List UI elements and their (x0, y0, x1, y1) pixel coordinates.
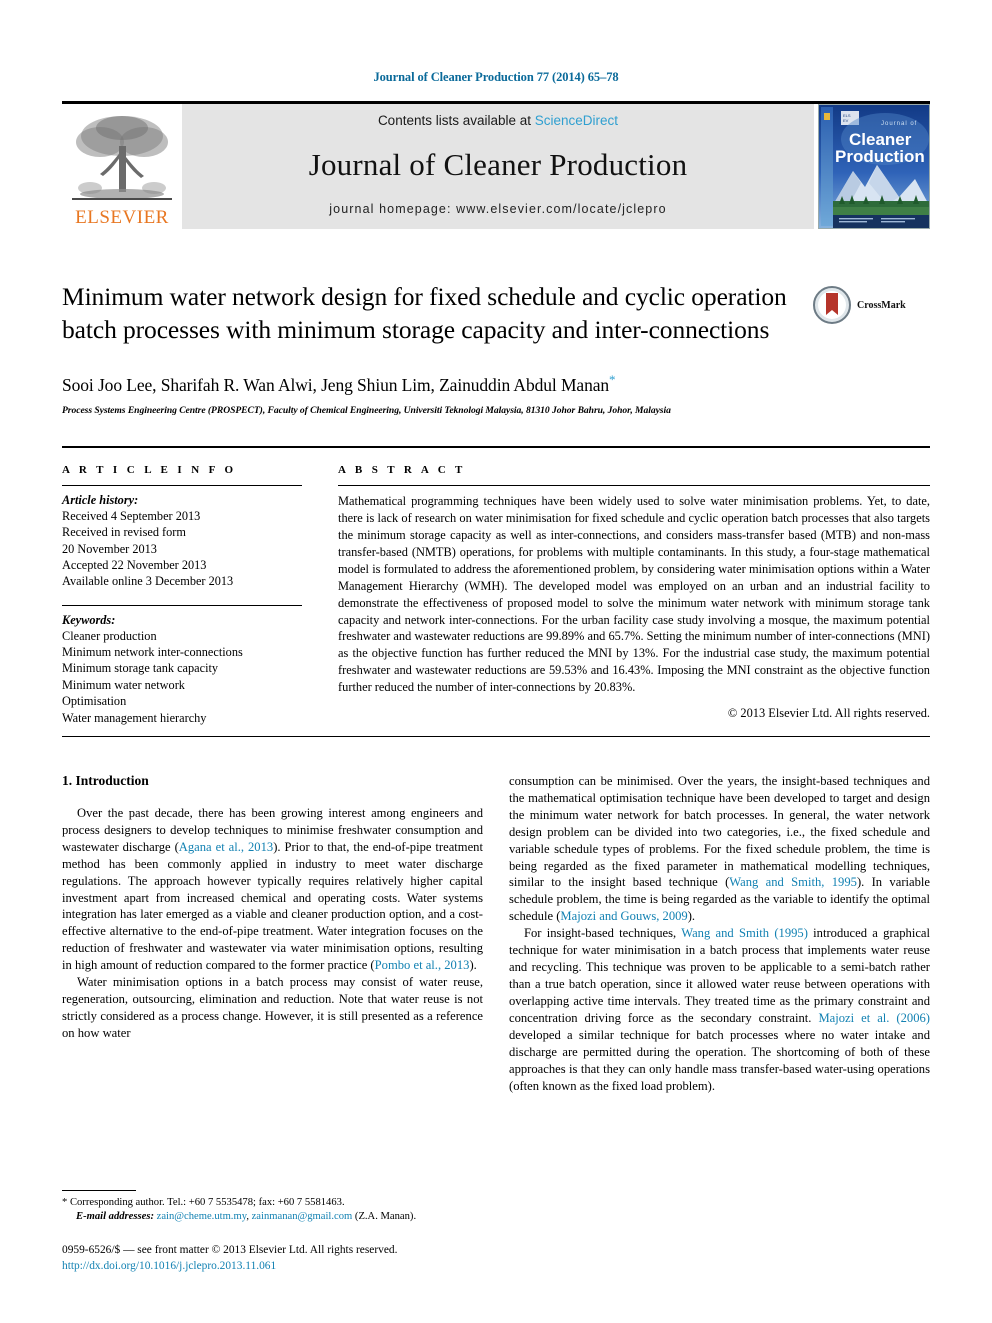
affiliation: Process Systems Engineering Centre (PROS… (62, 405, 671, 417)
paragraph: For insight-based techniques, Wang and S… (509, 925, 930, 1094)
citation-link[interactable]: Wang and Smith (1995) (681, 926, 808, 940)
article-info-rule (62, 485, 302, 487)
email-note: E-mail addresses: zain@cheme.utm.my, zai… (62, 1210, 470, 1225)
journal-cover-thumbnail: ELS EV Journal of Cleaner Production (818, 104, 930, 229)
text-run: ). Prior to that, the end-of-pipe treatm… (62, 839, 483, 973)
history-item: 20 November 2013 (62, 541, 157, 556)
history-item: Available online 3 December 2013 (62, 574, 234, 589)
citation-link[interactable]: Pombo et al., 2013 (375, 958, 470, 972)
email-label: E-mail addresses: (76, 1211, 154, 1223)
masthead-center: Contents lists available at ScienceDirec… (182, 104, 814, 229)
elsevier-logo: ELSEVIER (62, 104, 182, 229)
body-column-left: 1. Introduction Over the past decade, th… (62, 773, 483, 1095)
citation-link[interactable]: Agana et al., 2013 (179, 840, 273, 854)
keyword-item: Water management hierarchy (62, 710, 207, 725)
crossmark-icon (813, 286, 851, 324)
paragraph: consumption can be minimised. Over the y… (509, 773, 930, 925)
citation-link[interactable]: Wang and Smith, 1995 (729, 875, 857, 889)
keywords-rule (62, 604, 302, 606)
info-section-top-rule (62, 446, 930, 449)
elsevier-wordmark: ELSEVIER (75, 207, 169, 228)
keyword-item: Minimum water network (62, 677, 185, 692)
body-column-right: consumption can be minimised. Over the y… (509, 773, 930, 1095)
title-block: CrossMark Minimum water network design f… (62, 281, 930, 416)
svg-text:Production: Production (835, 147, 925, 166)
section-heading-introduction: 1. Introduction (62, 772, 149, 788)
article-page: Journal of Cleaner Production 77 (2014) … (0, 0, 992, 1323)
article-info-column: A R T I C L E I N F O Article history: R… (62, 464, 320, 726)
crossmark-badge[interactable]: CrossMark (812, 285, 930, 325)
keywords-label: Keywords: (62, 612, 116, 627)
history-item: Received 4 September 2013 (62, 509, 201, 524)
info-section-bottom-rule (62, 735, 930, 737)
email-suffix: (Z.A. Manan). (352, 1211, 417, 1223)
elsevier-tree-icon (72, 116, 172, 200)
svg-text:Journal of: Journal of (881, 121, 917, 127)
sciencedirect-link[interactable]: ScienceDirect (535, 113, 618, 128)
copyright-line: © 2013 Elsevier Ltd. All rights reserved… (727, 706, 930, 721)
contents-prefix: Contents lists available at (377, 113, 535, 128)
crossmark-label: CrossMark (857, 299, 906, 311)
history-item: Received in revised form (62, 525, 186, 540)
email-link-secondary[interactable]: zainmanan@gmail.com (252, 1211, 353, 1222)
text-run: consumption can be minimised. Over the y… (509, 773, 930, 890)
running-head: Journal of Cleaner Production 77 (2014) … (373, 70, 619, 84)
journal-cover-art: ELS EV Journal of Cleaner Production (819, 105, 929, 228)
issn-line: 0959-6526/$ — see front matter © 2013 El… (62, 1244, 398, 1257)
citation-link[interactable]: Majozi et al. (2006) (818, 1011, 930, 1025)
keyword-item: Cleaner production (62, 628, 157, 643)
keyword-item: Optimisation (62, 694, 127, 709)
abstract-rule (338, 485, 930, 487)
article-info-heading: A R T I C L E I N F O (62, 464, 237, 477)
doi-link[interactable]: http://dx.doi.org/10.1016/j.jclepro.2013… (62, 1259, 470, 1275)
abstract-heading: A B S T R A C T (338, 464, 466, 477)
text-run: Water minimisation options in a batch pr… (62, 975, 483, 1041)
text-run: ). (687, 909, 696, 924)
imprint-block: 0959-6526/$ — see front matter © 2013 El… (62, 1243, 470, 1275)
footnote-rule (62, 1189, 136, 1191)
history-item: Accepted 22 November 2013 (62, 558, 207, 573)
citation-link[interactable]: Majozi and Gouws, 2009 (560, 909, 687, 923)
info-abstract-section: A R T I C L E I N F O Article history: R… (62, 464, 930, 726)
paragraph: Over the past decade, there has been gro… (62, 805, 483, 974)
footnote-area: * Corresponding author. Tel.: +60 7 5535… (62, 1189, 470, 1275)
email-link-primary[interactable]: zain@cheme.utm.my (157, 1211, 247, 1222)
keyword-item: Minimum storage tank capacity (62, 661, 219, 676)
text-run: ). (469, 958, 477, 973)
abstract-text: Mathematical programming techniques have… (338, 494, 930, 695)
contents-available-line: Contents lists available at ScienceDirec… (378, 113, 618, 128)
journal-homepage-link[interactable]: journal homepage: www.elsevier.com/locat… (329, 202, 666, 216)
author-names: Sooi Joo Lee, Sharifah R. Wan Alwi, Jeng… (62, 375, 610, 396)
author-list: Sooi Joo Lee, Sharifah R. Wan Alwi, Jeng… (62, 372, 800, 396)
page-title: Minimum water network design for fixed s… (62, 282, 787, 344)
svg-text:EV: EV (843, 118, 849, 123)
keyword-item: Minimum network inter-connections (62, 645, 243, 660)
body-columns: 1. Introduction Over the past decade, th… (62, 773, 930, 1095)
journal-masthead: ELSEVIER Contents lists available at Sci… (62, 104, 930, 229)
text-run: developed a similar technique for batch … (509, 1027, 930, 1093)
journal-title: Journal of Cleaner Production (308, 147, 688, 182)
text-run: For insight-based techniques, (524, 926, 682, 941)
paragraph: Water minimisation options in a batch pr… (62, 974, 483, 1042)
corresponding-author-marker: * (609, 372, 616, 388)
article-history-label: Article history: (62, 493, 139, 508)
abstract-column: A B S T R A C T Mathematical programming… (320, 464, 930, 726)
corresponding-author-note: * Corresponding author. Tel.: +60 7 5535… (62, 1196, 345, 1208)
abstract-body: Mathematical programming techniques have… (338, 493, 930, 696)
